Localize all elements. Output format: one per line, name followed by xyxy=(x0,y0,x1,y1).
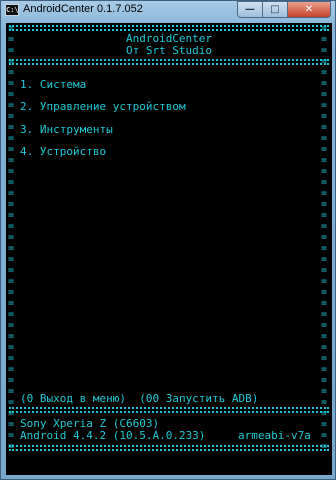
maximize-button[interactable]: □ xyxy=(263,1,288,18)
console-area[interactable]: = = = = = = = = = = = = = = = = = = = = … xyxy=(6,23,332,475)
window-controls: — □ ✕ xyxy=(237,1,331,19)
menu-item-tools: 3. Инструменты xyxy=(20,123,113,136)
studio-name: От Srt Studio xyxy=(125,44,213,57)
console-window: C:\ AndroidCenter 0.1.7.052 — □ ✕ = = = … xyxy=(0,0,336,480)
menu-item-device: 4. Устройство xyxy=(20,145,107,158)
close-button[interactable]: ✕ xyxy=(288,1,331,18)
title-bar[interactable]: C:\ AndroidCenter 0.1.7.052 — □ ✕ xyxy=(1,1,335,21)
bottom-divider xyxy=(9,445,329,451)
top-divider xyxy=(9,25,329,31)
menu-hint: (0 Выход в меню) (00 Запустить ADB) xyxy=(20,392,259,405)
menu-item-device-control: 2. Управление устройством xyxy=(20,100,186,113)
header-divider xyxy=(9,59,329,65)
android-version: Android 4.4.2 (10.5.A.0.233) xyxy=(20,429,206,442)
device-abi: armeabi-v7a xyxy=(238,429,311,442)
minimize-button[interactable]: — xyxy=(237,1,263,18)
window-title: AndroidCenter 0.1.7.052 xyxy=(23,3,143,15)
console-app-icon: C:\ xyxy=(5,4,19,16)
footer-divider xyxy=(9,407,329,413)
menu-item-system: 1. Система xyxy=(20,78,87,91)
